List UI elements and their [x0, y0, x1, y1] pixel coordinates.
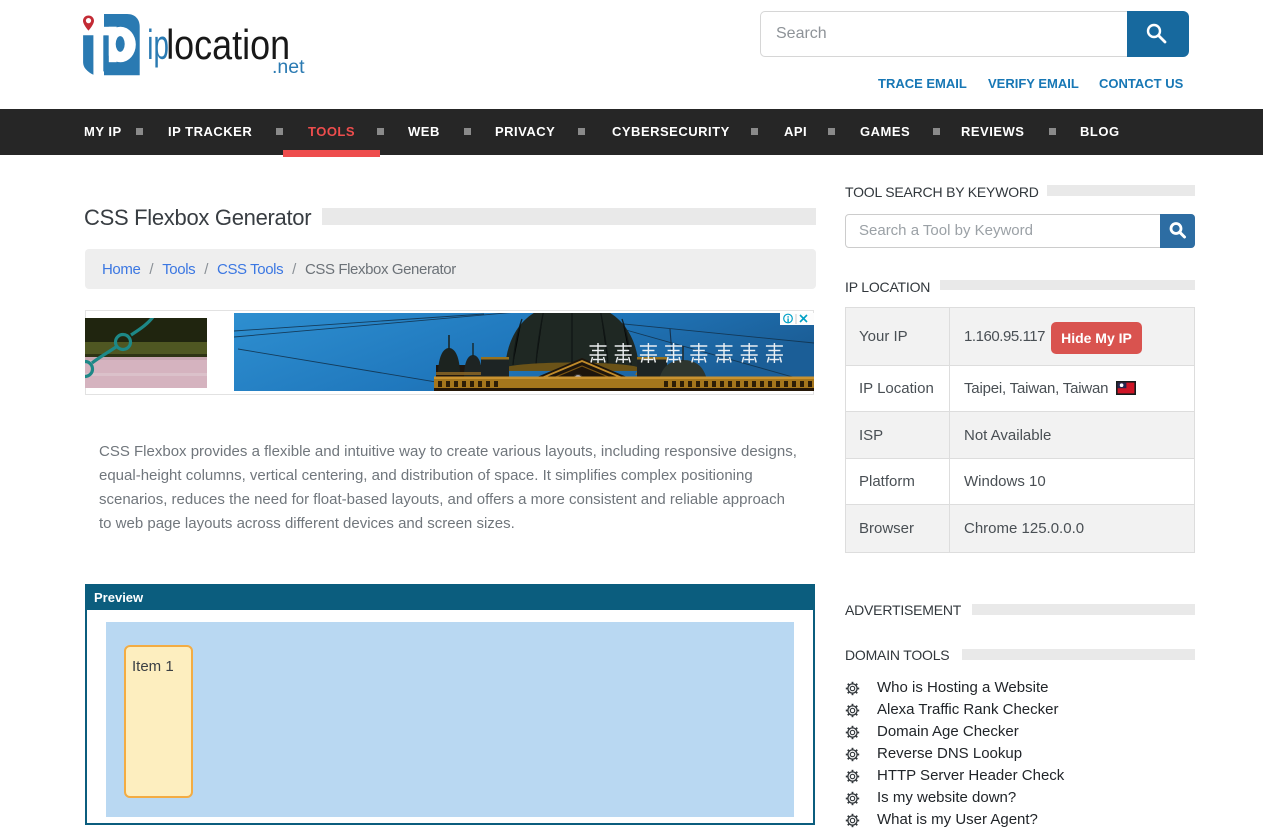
svg-text:.net: .net	[272, 56, 305, 78]
